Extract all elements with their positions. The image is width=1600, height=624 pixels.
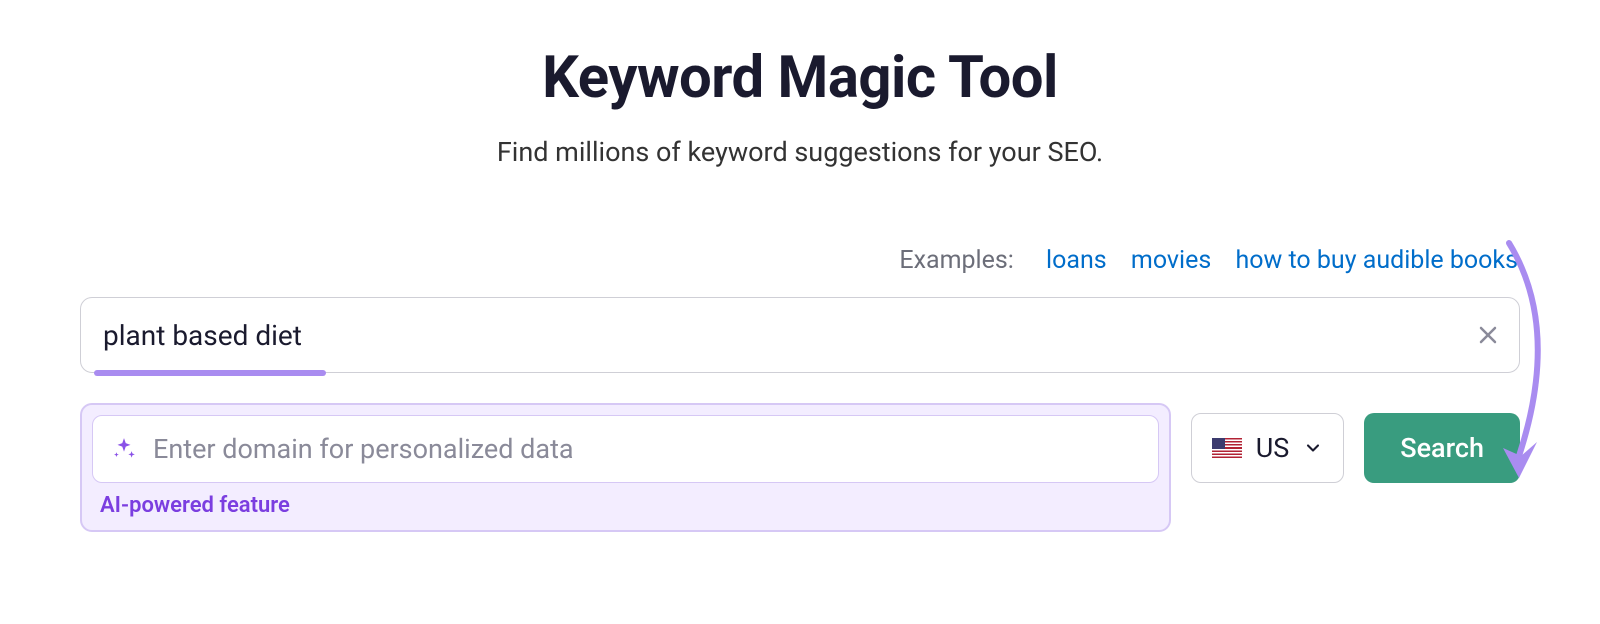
keyword-underline-accent [94,370,326,376]
domain-input-wrap [92,415,1159,483]
keyword-input[interactable] [80,297,1520,373]
example-link-movies[interactable]: movies [1131,246,1211,275]
ai-feature-label: AI-powered feature [100,493,1159,518]
examples-row: Examples: loans movies how to buy audibl… [80,246,1520,275]
main-container: Keyword Magic Tool Find millions of keyw… [80,0,1520,532]
country-code: US [1256,432,1290,464]
controls-row: AI-powered feature US Search [80,403,1520,532]
page-title: Keyword Magic Tool [80,44,1520,112]
domain-input[interactable] [153,433,1140,465]
clear-icon[interactable] [1476,323,1500,347]
search-button[interactable]: Search [1364,413,1520,483]
flag-us-icon [1212,438,1242,458]
sparkle-icon [111,436,137,462]
country-select[interactable]: US [1191,413,1345,483]
example-link-audible[interactable]: how to buy audible books [1235,246,1518,275]
keyword-input-wrap [80,297,1520,373]
page-subtitle: Find millions of keyword suggestions for… [80,136,1520,168]
examples-label: Examples: [899,246,1013,275]
chevron-down-icon [1303,438,1323,458]
example-link-loans[interactable]: loans [1046,246,1107,275]
domain-card: AI-powered feature [80,403,1171,532]
